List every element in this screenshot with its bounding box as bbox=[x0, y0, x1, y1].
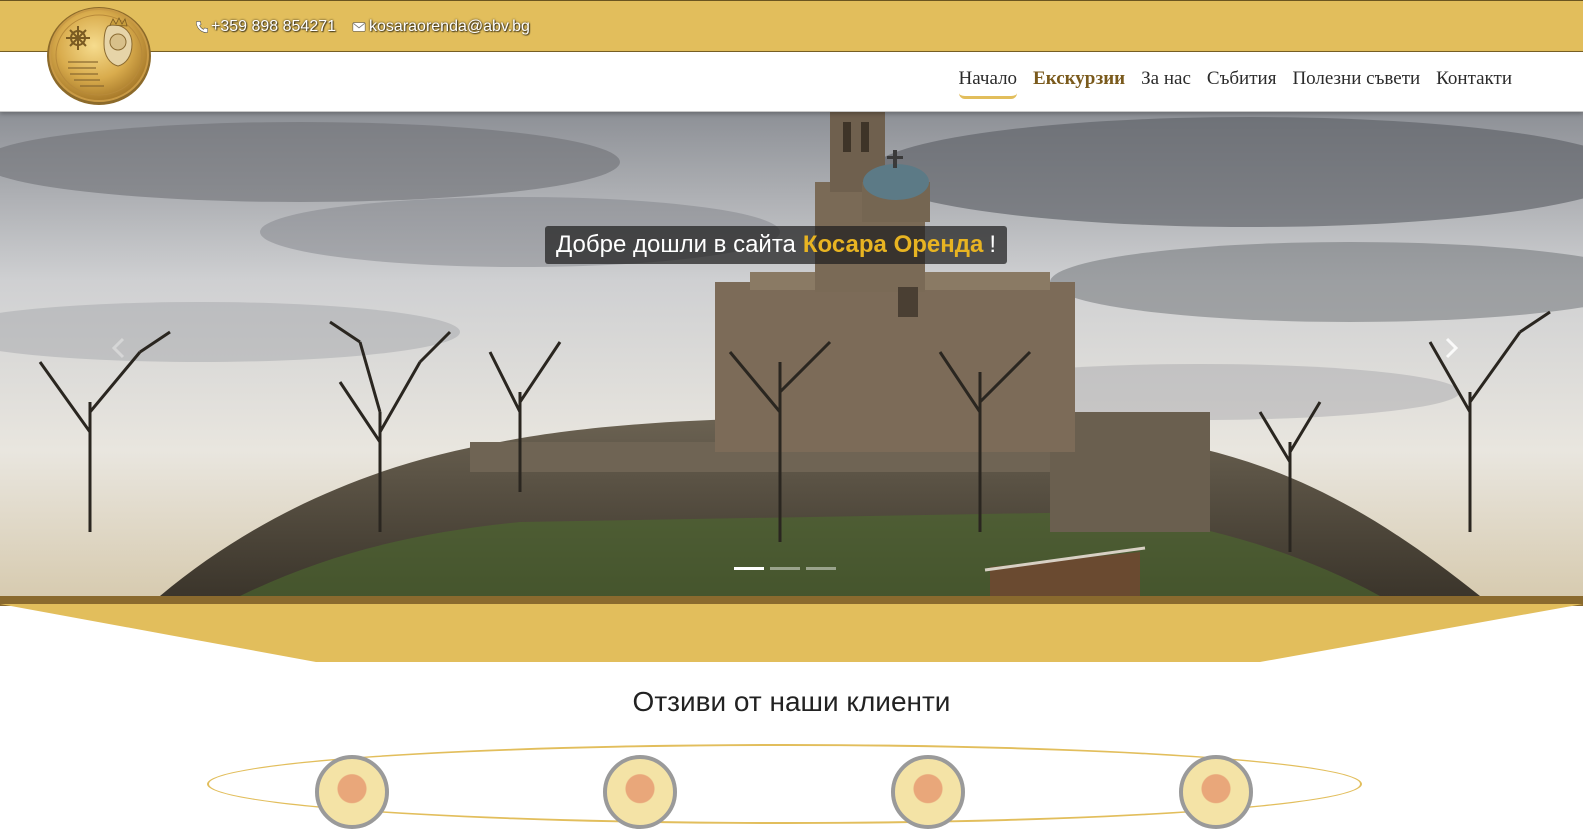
review-avatar-4 bbox=[1179, 755, 1253, 829]
carousel-indicators bbox=[734, 567, 836, 570]
phone-icon bbox=[196, 21, 208, 33]
carousel-indicator-1[interactable] bbox=[734, 567, 764, 570]
nav-item-excursions[interactable]: Екскурзии bbox=[1033, 68, 1125, 96]
email-address: kosaraorenda@abv.bg bbox=[369, 18, 530, 35]
nav-item-home[interactable]: Начало bbox=[958, 68, 1017, 99]
envelope-icon bbox=[352, 22, 366, 32]
nav-item-events[interactable]: Събития bbox=[1207, 68, 1277, 96]
main-navbar: Начало Екскурзии За нас Събития Полезни … bbox=[0, 52, 1583, 112]
review-avatar-2 bbox=[603, 755, 677, 829]
hero-slide-image bbox=[0, 112, 1583, 596]
carousel-indicator-3[interactable] bbox=[806, 567, 836, 570]
site-logo[interactable] bbox=[46, 4, 152, 106]
email-contact[interactable]: kosaraorenda@abv.bg bbox=[351, 18, 530, 36]
phone-contact[interactable]: +359 898 854271 bbox=[195, 18, 336, 36]
main-nav: Начало Екскурзии За нас Събития Полезни … bbox=[958, 68, 1512, 99]
welcome-text: Добре дошли в сайта bbox=[556, 231, 796, 258]
carousel-indicator-2[interactable] bbox=[770, 567, 800, 570]
carousel-prev-arrow[interactable] bbox=[104, 333, 134, 363]
nav-item-tips[interactable]: Полезни съвети bbox=[1292, 68, 1420, 96]
welcome-exclamation: ! bbox=[989, 231, 996, 258]
brand-name: Косара Оренда bbox=[802, 231, 984, 258]
review-avatar-1 bbox=[315, 755, 389, 829]
welcome-caption: Добре дошли в сайта Косара Оренда ! bbox=[545, 226, 1007, 264]
contact-info: +359 898 854271 kosaraorenda@abv.bg bbox=[195, 18, 530, 36]
gold-divider-band bbox=[0, 596, 1583, 662]
review-avatar-3 bbox=[891, 755, 965, 829]
hero-carousel: Добре дошли в сайта Косара Оренда ! bbox=[0, 112, 1583, 596]
reviews-title: Отзиви от наши клиенти bbox=[632, 686, 951, 717]
top-contact-bar: +359 898 854271 kosaraorenda@abv.bg bbox=[0, 0, 1583, 52]
carousel-next-arrow[interactable] bbox=[1436, 333, 1466, 363]
nav-item-contacts[interactable]: Контакти bbox=[1436, 68, 1512, 96]
nav-item-about[interactable]: За нас bbox=[1141, 68, 1191, 96]
phone-number: +359 898 854271 bbox=[211, 18, 337, 35]
